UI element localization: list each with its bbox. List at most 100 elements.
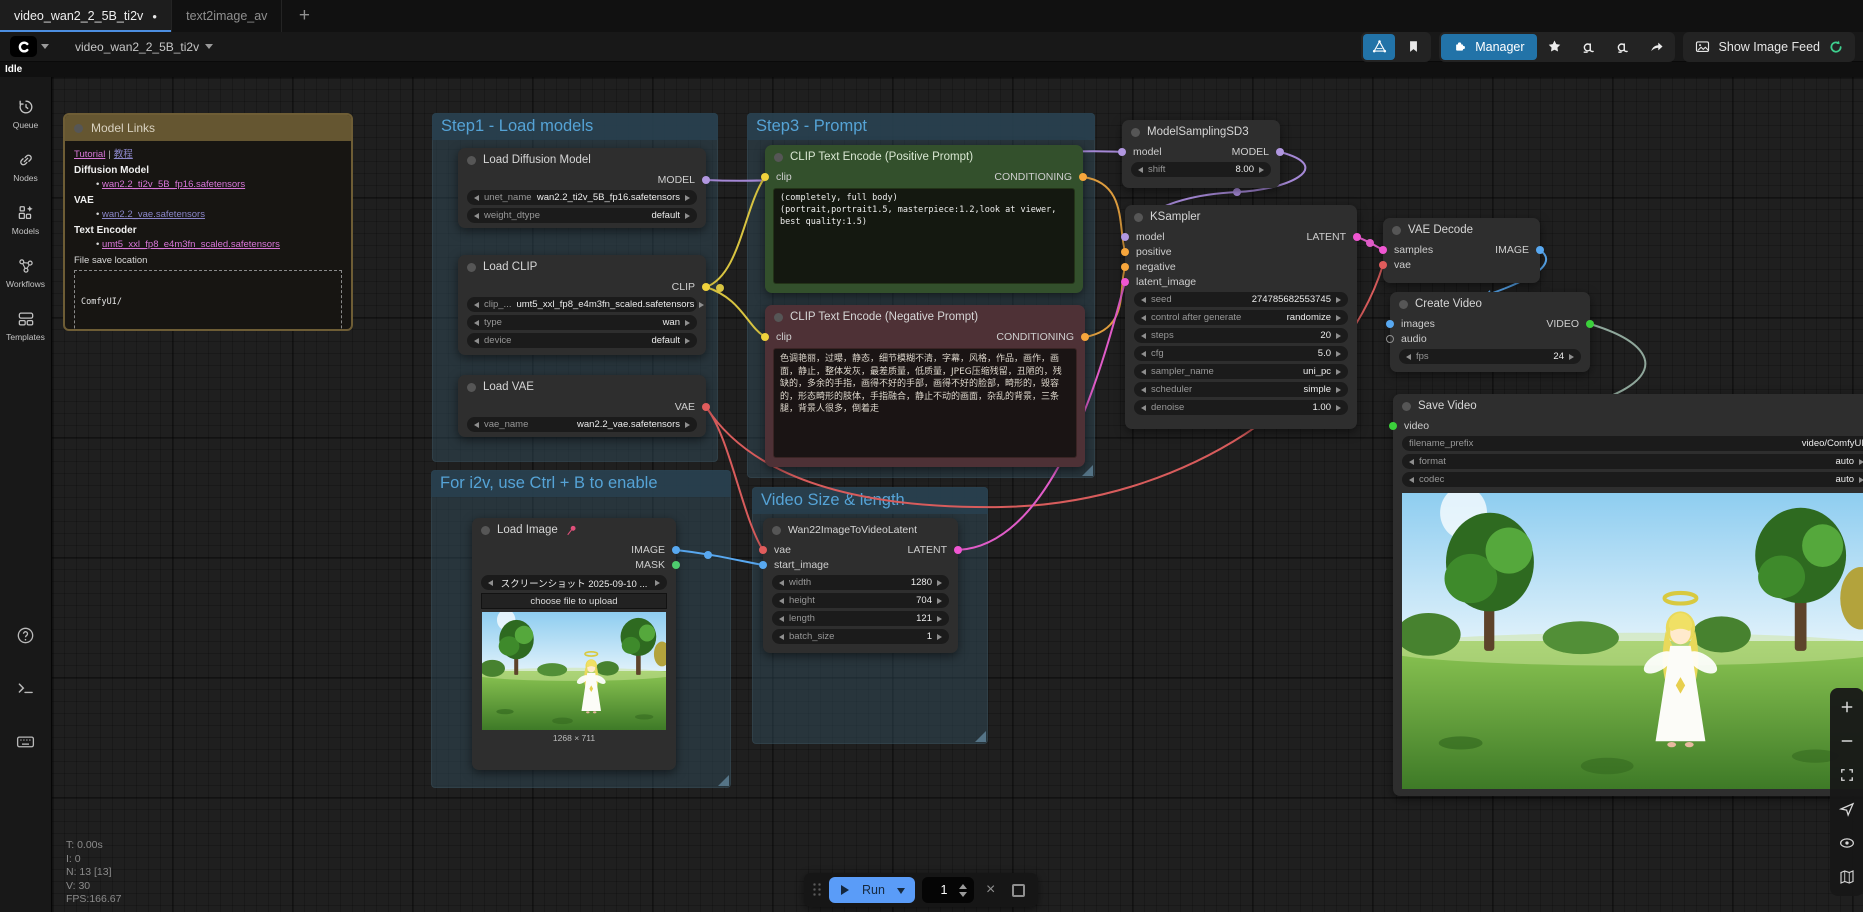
group-resize-handle[interactable] [975,731,986,742]
node-clip-text-encode-positive[interactable]: CLIP Text Encode (Positive Prompt) clipC… [765,145,1083,293]
node-wan22-image-to-video-latent[interactable]: Wan22ImageToVideoLatent vaeLATENT start_… [763,518,958,653]
input-port-vae[interactable] [759,546,767,554]
show-image-feed-button[interactable]: Show Image Feed [1683,32,1855,62]
group-resize-handle[interactable] [718,775,729,786]
fit-view-button[interactable] [1833,761,1861,789]
drag-handle[interactable] [812,882,822,898]
node-graph-canvas[interactable]: Step1 - Load models Step3 - Prompt For i… [52,77,1863,912]
vae-download-link[interactable]: wan2.2_vae.safetensors [102,209,205,220]
input-port-start-image[interactable] [759,561,767,569]
batch-count-steppers[interactable] [959,880,967,901]
output-port-conditioning[interactable] [1079,173,1087,181]
input-port-video[interactable] [1389,422,1397,430]
node-model-sampling-sd3[interactable]: ModelSamplingSD3 modelMODEL shift8.00 [1122,120,1280,188]
output-port-mask[interactable] [672,561,680,569]
choose-file-button[interactable]: choose file to upload [481,593,667,609]
collapse-dot[interactable] [481,526,490,535]
widget-control-after-generate[interactable]: control after generaterandomize [1134,310,1348,325]
run-button[interactable]: Run [829,877,915,903]
widget-format[interactable]: formatauto [1402,454,1863,469]
select-mode-button[interactable] [1833,795,1861,823]
widget-steps[interactable]: steps20 [1134,328,1348,343]
widget-image-file[interactable]: スクリーンショット 2025-09-10 ... [481,575,667,590]
stop-button[interactable] [1012,884,1025,897]
input-port-samples[interactable] [1379,246,1387,254]
collapse-dot[interactable] [772,526,781,535]
output-port-model[interactable] [1276,148,1284,156]
widget-vae-name[interactable]: vae_namewan2.2_vae.safetensors [467,417,697,432]
shortcuts-keyboard-button[interactable] [15,731,36,752]
custom-extension-button-1[interactable] [1573,34,1605,60]
output-port-image[interactable] [1536,246,1544,254]
toggle-link-visibility-button[interactable] [1833,829,1861,857]
workflow-name-menu[interactable]: video_wan2_2_5B_ti2v [75,40,213,54]
output-port-latent[interactable] [954,546,962,554]
widget-length[interactable]: length121 [772,611,949,626]
favorites-star-button[interactable] [1539,34,1571,60]
widget-width[interactable]: width1280 [772,575,949,590]
negative-prompt-textarea[interactable]: 色调艳丽，过曝，静态，细节模糊不清，字幕，风格，作品，画作，画面，静止，整体发灰… [773,348,1077,458]
widget-device[interactable]: devicedefault [467,333,697,348]
node-vae-decode[interactable]: VAE Decode samplesIMAGE vae [1383,218,1540,283]
node-save-video[interactable]: Save Video video filename_prefixvideo/Co… [1393,394,1863,796]
input-port-clip[interactable] [761,173,769,181]
input-port-clip[interactable] [761,333,769,341]
collapse-dot[interactable] [1402,402,1411,411]
sidebar-item-templates[interactable]: Templates [0,309,51,342]
group-resize-handle[interactable] [1082,465,1093,476]
widget-batch-size[interactable]: batch_size1 [772,629,949,644]
tutorial-link-zh[interactable]: 教程 [114,149,133,160]
node-create-video[interactable]: Create Video imagesVIDEO audio fps24 [1390,292,1590,372]
manager-button[interactable]: Manager [1441,34,1536,60]
comfyui-logo-menu[interactable] [10,36,49,57]
collapse-dot[interactable] [1392,226,1401,235]
widget-weight-dtype[interactable]: weight_dtypedefault [467,208,697,223]
input-port-audio[interactable] [1386,335,1394,343]
new-tab-button[interactable]: + [282,0,326,32]
collapse-dot[interactable] [1131,128,1140,137]
output-port-clip[interactable] [702,283,710,291]
collapse-dot[interactable] [467,383,476,392]
widget-denoise[interactable]: denoise1.00 [1134,400,1348,415]
widget-clip-name[interactable]: clip_...umt5_xxl_fp8_e4m3fn_scaled.safet… [467,297,697,312]
input-port-model[interactable] [1118,148,1126,156]
output-port-latent[interactable] [1353,233,1361,241]
output-port-video[interactable] [1586,320,1594,328]
bookmark-button[interactable] [1397,34,1429,60]
zoom-out-button[interactable] [1833,727,1861,755]
widget-unet-name[interactable]: unet_namewan2.2_ti2v_5B_fp16.safetensors [467,190,697,205]
input-port-vae[interactable] [1379,261,1387,269]
input-port-negative[interactable] [1121,263,1129,271]
widget-height[interactable]: height704 [772,593,949,608]
workflow-tab-inactive[interactable]: text2image_av [172,0,282,32]
node-clip-text-encode-negative[interactable]: CLIP Text Encode (Negative Prompt) clipC… [765,305,1085,467]
model-download-link[interactable]: wan2.2_ti2v_5B_fp16.safetensors [102,179,245,190]
output-port-vae[interactable] [702,403,710,411]
batch-count-input[interactable]: 1 [922,877,974,903]
sidebar-item-workflows[interactable]: Workflows [0,256,51,289]
input-port-positive[interactable] [1121,248,1129,256]
collapse-dot[interactable] [74,124,83,133]
minimap-button[interactable] [1833,863,1861,891]
node-ksampler[interactable]: KSampler modelLATENT positive negative l… [1125,205,1357,429]
custom-extension-button-2[interactable] [1607,34,1639,60]
input-port-latent-image[interactable] [1121,278,1129,286]
collapse-dot[interactable] [467,156,476,165]
text-encoder-download-link[interactable]: umt5_xxl_fp8_e4m3fn_scaled.safetensors [102,239,280,250]
workflow-tab-active[interactable]: video_wan2_2_5B_ti2v ● [0,0,172,32]
help-button[interactable] [15,625,36,646]
tutorial-link[interactable]: Tutorial [74,149,105,160]
share-button[interactable] [1641,34,1673,60]
terminal-button[interactable] [15,678,36,699]
widget-filename-prefix[interactable]: filename_prefixvideo/ComfyUI [1402,436,1863,451]
widget-type[interactable]: typewan [467,315,697,330]
output-port-image[interactable] [672,546,680,554]
input-port-model[interactable] [1121,233,1129,241]
node-load-vae[interactable]: Load VAE VAE vae_namewan2.2_vae.safetens… [458,375,706,437]
node-load-clip[interactable]: Load CLIP CLIP clip_...umt5_xxl_fp8_e4m3… [458,255,706,355]
note-node-model-links[interactable]: Model Links Tutorial|教程 Diffusion Model … [63,113,353,331]
collapse-dot[interactable] [774,153,783,162]
graph-view-button[interactable] [1363,34,1395,60]
sidebar-item-queue[interactable]: Queue [0,97,51,130]
widget-shift[interactable]: shift8.00 [1131,162,1271,177]
